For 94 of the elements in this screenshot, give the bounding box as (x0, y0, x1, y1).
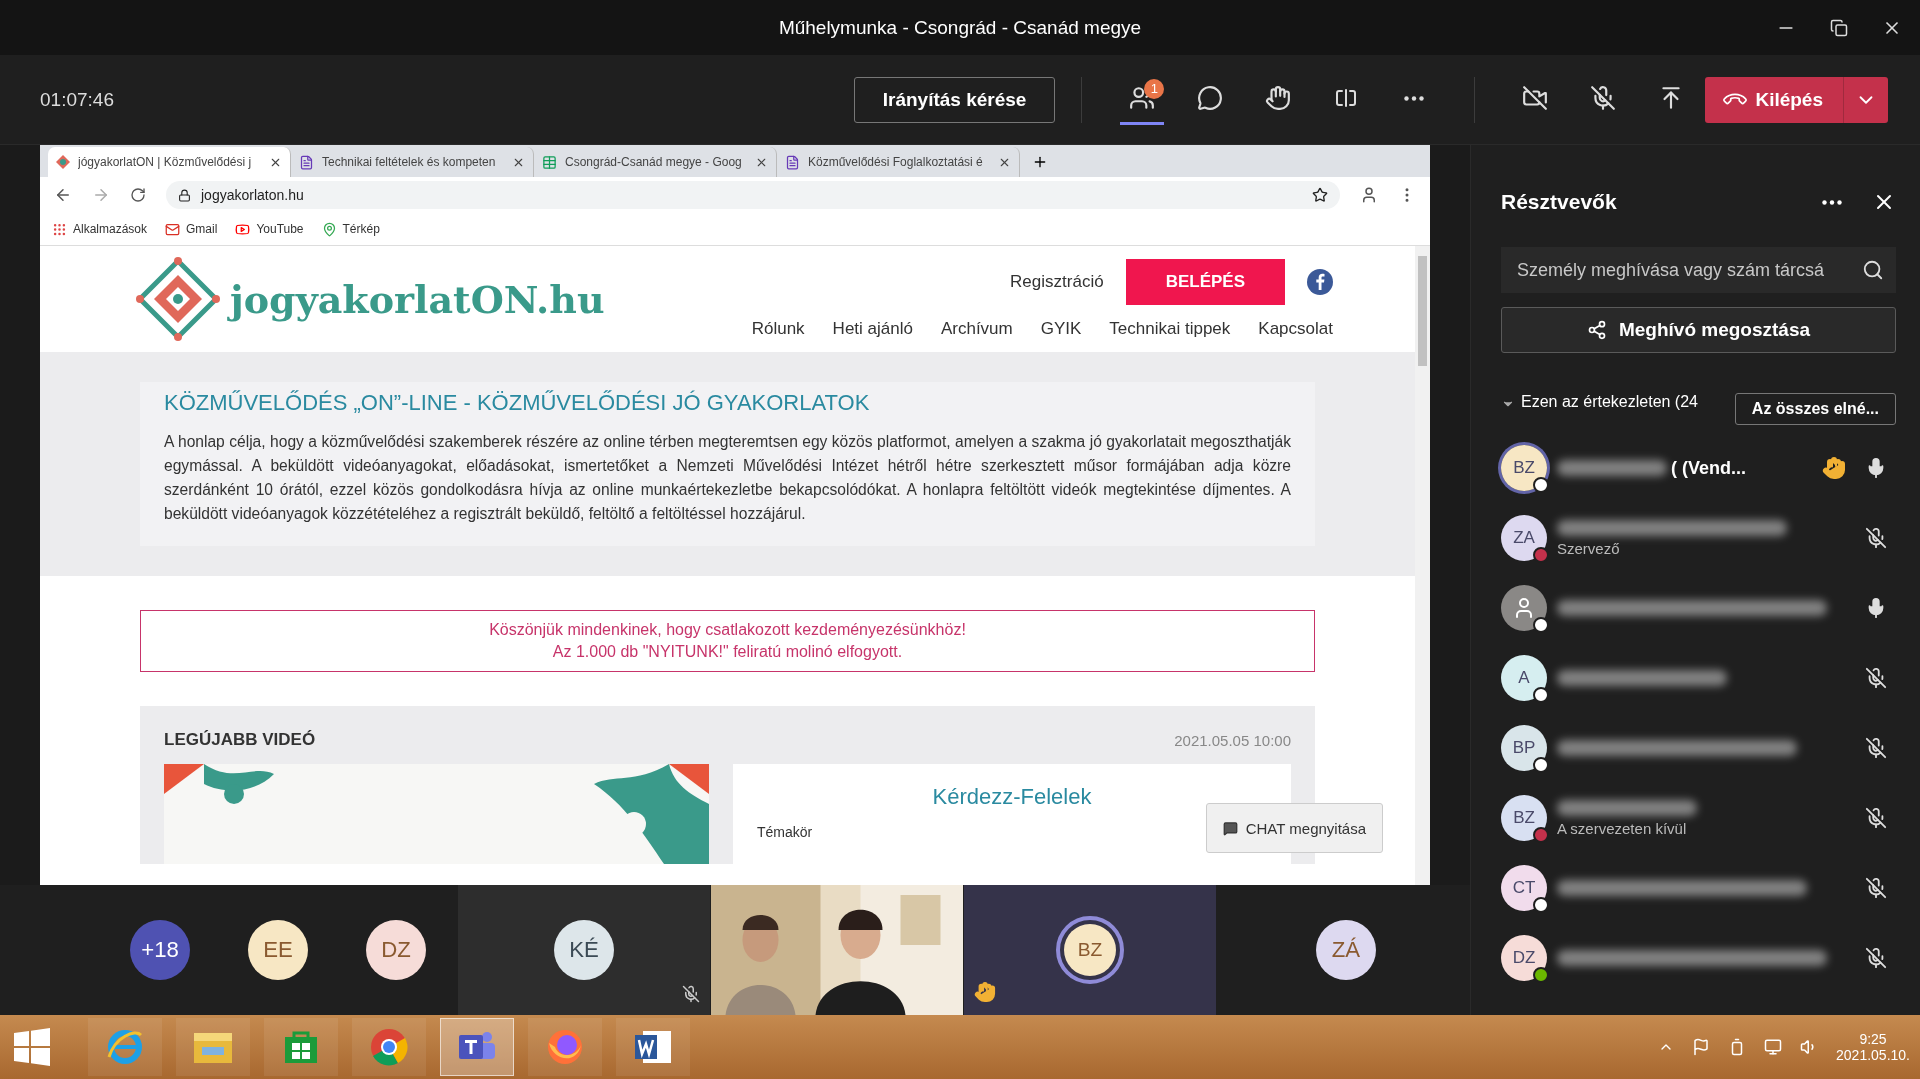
bookmark-link[interactable]: Alkalmazások (52, 221, 148, 237)
participant-avatar: BZ (1064, 924, 1116, 976)
form-icon (299, 154, 314, 170)
participant-avatar: ZA (1501, 515, 1547, 561)
clock[interactable]: 9:25 2021.05.10. (1836, 1031, 1910, 1063)
participant-avatar: EE (248, 920, 308, 980)
participant-avatar: CT (1501, 865, 1547, 911)
map-icon (321, 221, 337, 237)
participant-avatar: BZ (1501, 795, 1547, 841)
share-invite-button[interactable]: Meghívó megosztása (1501, 307, 1896, 353)
login-button[interactable]: BELÉPÉS (1125, 259, 1285, 305)
address-bar[interactable]: jogyakorlaton.hu (166, 181, 1340, 209)
back-icon[interactable] (54, 186, 72, 204)
request-control-button[interactable]: Irányítás kérése (853, 76, 1056, 123)
register-link[interactable]: Regisztráció (1010, 272, 1104, 292)
new-tab-icon[interactable] (1032, 154, 1048, 170)
participant-avatar: DZ (1501, 935, 1547, 981)
share-icon (1586, 320, 1607, 340)
participant-role: A szervezeten kívül (1557, 819, 1688, 837)
participant-avatar: DZ (366, 920, 426, 980)
url-text: jogyakorlaton.hu (201, 187, 304, 203)
profile-icon[interactable] (1360, 186, 1378, 204)
participant-avatar: ZÁ (1316, 920, 1376, 980)
participant-row[interactable]: BZ ( (Vend... (1501, 433, 1896, 503)
spreadsheet-icon (542, 154, 557, 170)
mail-icon (165, 221, 181, 237)
mute-all-button[interactable]: Az összes elné... (1734, 393, 1896, 425)
restore-icon[interactable] (1830, 18, 1848, 37)
bookmark-star-icon[interactable] (1312, 187, 1328, 203)
nav-link[interactable]: Technikai tippek (1109, 319, 1231, 339)
more-icon[interactable] (1822, 199, 1842, 205)
nav-link[interactable]: Kapcsolat (1258, 319, 1333, 339)
chat-bubble-icon (1197, 85, 1224, 111)
participant-row[interactable]: BP (1501, 713, 1896, 783)
taskbar-app[interactable] (440, 1018, 514, 1076)
section-title: LEGÚJABB VIDEÓ (164, 730, 316, 750)
notification-badge: 1 (1144, 78, 1165, 99)
more-icon (1404, 95, 1425, 101)
panel-title: Résztvevők (1501, 190, 1618, 214)
nav-link[interactable]: GYIK (1040, 319, 1082, 339)
ornament-logo-icon (136, 257, 220, 341)
search-icon[interactable] (1862, 259, 1884, 281)
overflow-count: +18 (130, 920, 190, 980)
name-suffix: ( (Vend... (1671, 457, 1746, 479)
participant-row[interactable]: CT (1501, 853, 1896, 923)
nav-link[interactable]: Heti ajánló (832, 319, 913, 339)
network-icon[interactable] (1764, 1038, 1783, 1056)
lock-icon (178, 188, 191, 202)
guest-avatar-icon (1501, 585, 1547, 631)
topic-label: Témakör (757, 824, 813, 840)
taskbar-app[interactable] (264, 1018, 338, 1076)
participant-row[interactable]: ZA Szervező (1501, 503, 1896, 573)
notice-text: Köszönjük mindenkinek, hogy csatlakozott kezdeményezésünkhöz! (488, 621, 967, 639)
participant-row[interactable]: DZ (1501, 923, 1896, 993)
participant-avatar: A (1501, 655, 1547, 701)
notice-text: Az 1.000 db "NYITUNK!" feliratú molinó elfogyott. (551, 643, 904, 661)
bookmark-link[interactable]: Gmail (165, 221, 218, 237)
call-timer: 01:07:46 (40, 88, 114, 111)
participant-role: Szervező (1557, 539, 1621, 557)
participant-row[interactable]: BZ A szervezeten kívül (1501, 783, 1896, 853)
nav-link[interactable]: Rólunk (751, 319, 805, 339)
facebook-icon[interactable] (1307, 269, 1333, 295)
section-header[interactable]: Ezen az értekezleten (24 (1501, 393, 1723, 411)
bookmark-link[interactable]: YouTube (235, 221, 304, 237)
play-icon (235, 221, 251, 237)
participant-row[interactable]: A (1501, 643, 1896, 713)
browser-e-icon (105, 1027, 145, 1067)
reload-icon[interactable] (130, 187, 146, 203)
browser-tab[interactable]: jógyakorlatON | Közművelődési j (48, 147, 291, 177)
split-square-icon (1334, 86, 1359, 110)
shopping-bag-icon (283, 1029, 319, 1065)
taskbar-app[interactable] (616, 1018, 690, 1076)
intro-paragraph: A honlap célja, hogy a közművelődési szakemberek részére az online térben megteremtsen egy közös platformot, amelyen a szakma jó gyakorlatait megoszthatják egymással. A beküldött videóanyagokat, előadásokat, ismertetőket a Nemzeti Művelődési Intézet hétről hétre szerkesztett műsor formájában adja közre szerdánként 10 órától, ezzel közös gondolkodásra hívja az online munkaértekezletbe bekapcsolódókat. A honlapra feltöltött videók megtekintése díjmentes. A beküldött videóanyagok közzétételéhez a regisztrált beküldő, feltöltő a feltöltéssel hozzájárul. (164, 432, 1291, 524)
window-title: Műhelymunka - Csongrád - Csanád megye (778, 16, 1142, 39)
mic-off-icon (1590, 85, 1617, 111)
nav-link[interactable]: Archívum (940, 319, 1013, 339)
form-icon (785, 154, 800, 170)
bookmark-link[interactable]: Térkép (321, 221, 380, 237)
hand-icon (1265, 85, 1292, 111)
apps-icon (52, 221, 67, 237)
participant-avatar: BP (1501, 725, 1547, 771)
flag-icon[interactable] (1692, 1038, 1711, 1056)
open-chat-button[interactable]: CHAT megnyitása (1205, 803, 1383, 853)
participant-avatar: BZ (1501, 445, 1547, 491)
firefox-icon (545, 1027, 585, 1067)
video-date: 2021.05.05 10:00 (1174, 731, 1291, 749)
chrome-icon (369, 1027, 409, 1067)
invite-search-field[interactable]: Személy meghívása vagy szám tárcsá (1501, 247, 1896, 293)
page-heading: KÖZMŰVELŐDÉS „ON”-LINE - KÖZMŰVELŐDÉSI JÓ GYAKORLATOK (164, 390, 871, 416)
camera-off-icon (1522, 85, 1549, 111)
participant-avatar: KÉ (554, 920, 614, 980)
chat-icon (1222, 820, 1238, 836)
video-title: Kérdezz-Felelek (932, 784, 1092, 810)
ornament-icon (56, 155, 70, 169)
